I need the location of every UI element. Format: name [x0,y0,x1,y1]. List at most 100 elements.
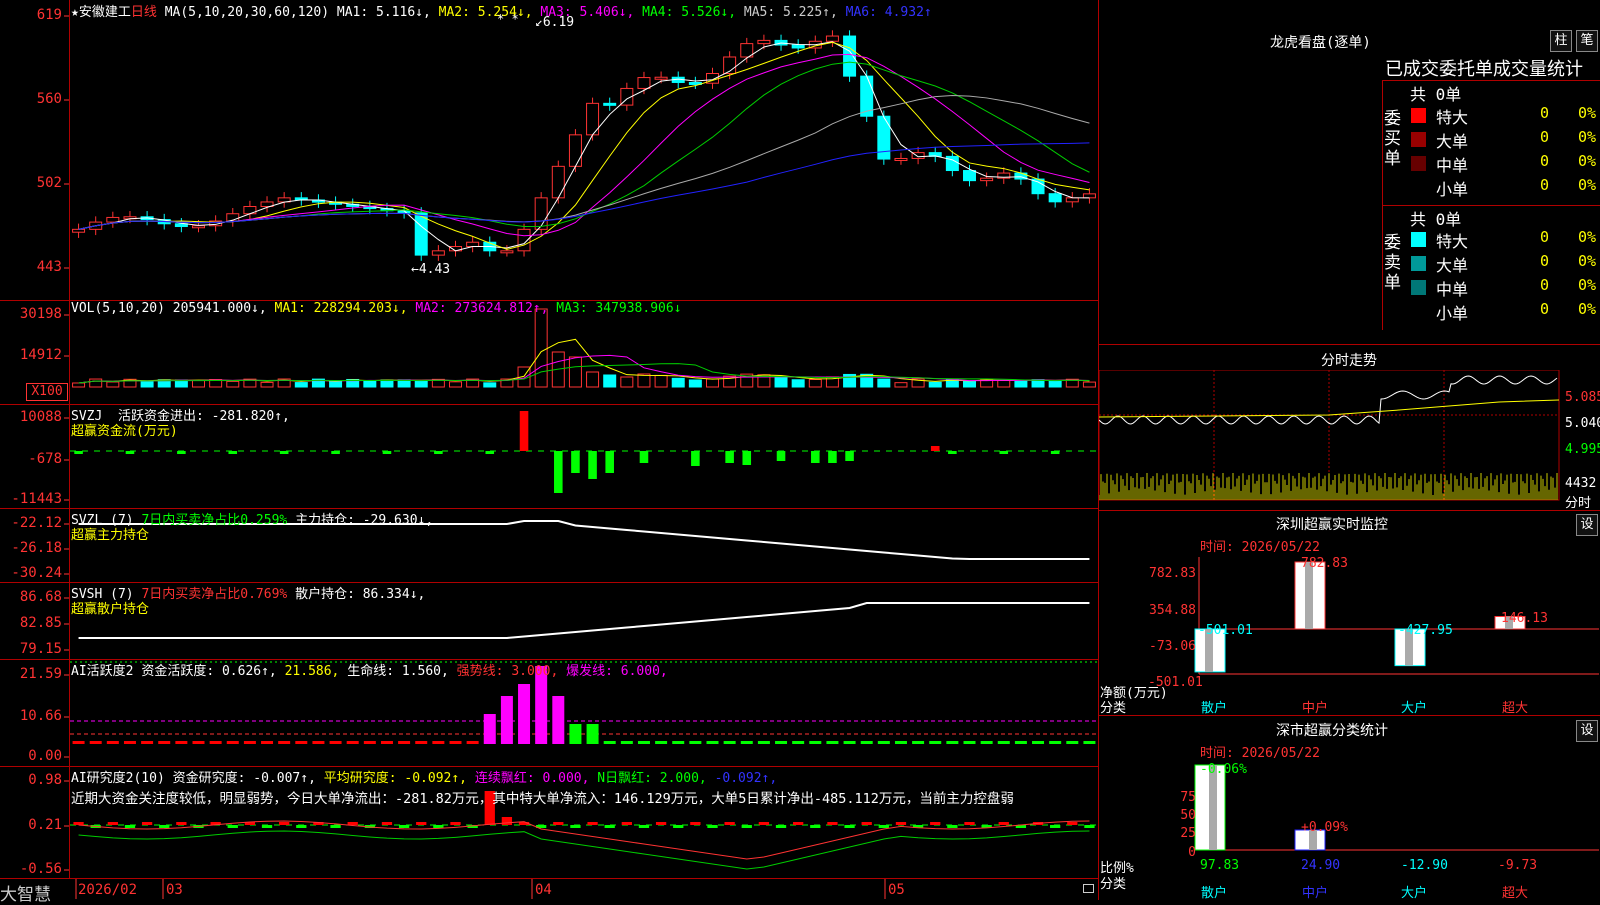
activity-bar [586,724,599,744]
candle-body [72,228,86,233]
bar-view-button[interactable]: 柱 [1550,30,1572,52]
order-size-label: 小单 [1436,304,1469,323]
class-value: -12.90 [1401,858,1448,873]
order-size-label: 特大 [1436,232,1469,251]
candle-body [603,102,617,106]
svzj-ytick: -678 [28,451,62,467]
volume-chart[interactable] [70,301,1098,404]
activity-bar [843,741,856,744]
volume-bar [72,382,86,388]
tick-view-button[interactable]: 笔 [1576,30,1598,52]
legend-swatch [1411,232,1426,247]
monitor-settings-button[interactable]: 设 [1576,514,1598,536]
intraday-chart[interactable] [1099,370,1600,510]
class-cat: 中户 [1302,886,1329,901]
candle-body [431,250,445,256]
research-bar [330,825,341,828]
class-ytick: 50 [1180,808,1196,823]
candle-body [757,39,771,45]
research-bar [998,822,1009,825]
research-bar [73,822,84,825]
activity-bar [329,741,342,744]
monitor-ytick: -73.06 [1149,639,1196,654]
kline-chart[interactable] [70,0,1098,300]
class-ytick: 0 [1188,845,1196,860]
volume-bar [1048,380,1062,388]
legend-swatch [1411,256,1426,271]
activity-bar [809,741,822,744]
research-bar [930,822,941,825]
class-settings-button[interactable]: 设 [1576,720,1598,742]
research-bar [107,822,118,825]
activity-bar [860,741,873,744]
ai2-label: AI活跃度2 [71,664,134,679]
ai2-burst: 爆发线: 6.000, [566,664,668,679]
candle-body [551,165,565,199]
activity-bar [518,684,531,744]
activity-bar [912,741,925,744]
activity-bar [72,741,85,744]
volume-bar [1082,381,1096,388]
class-cat: 大户 [1401,886,1428,901]
order-percent: 0% [1578,152,1597,170]
svsh-ytick: 82.85 [19,615,62,631]
order-count: 0 [1540,152,1550,170]
vol-ma1: MA1: 228294.203↓, [274,301,408,316]
class-cat: 散户 [1201,886,1228,901]
class-bar-shade [1209,765,1217,850]
monitor-ytick: 782.83 [1149,566,1196,581]
candle-body [106,216,120,223]
research-bar [587,822,598,825]
activity-bar [312,741,325,744]
aires-ytick: 0.98 [28,772,62,788]
fenshi-title: 分时走势 [1321,353,1377,369]
monitor-value: 782.83 [1301,556,1348,571]
activity-bar [363,741,376,744]
activity-bar [689,741,702,744]
flow-bar [845,451,854,461]
volume-bar [89,378,103,388]
research-bar [227,825,238,828]
svzj-ytick: -11443 [11,491,62,507]
candle-body [877,115,891,160]
volume-bar [414,380,428,388]
volume-bar [586,371,600,388]
favorite-star-icon[interactable]: ★ [71,5,79,20]
flow-bar [1050,451,1060,454]
activity-bar [655,741,668,744]
activity-bar [963,741,976,744]
activity-bar [398,741,411,744]
period-label[interactable]: 日线 [131,5,157,20]
candle-body [414,212,428,256]
volume-bar [603,374,617,388]
research-bar [296,825,307,828]
volume-bar [397,379,411,388]
order-count: 0 [1540,104,1550,122]
ma-line [78,53,1090,237]
research-bar [159,825,170,828]
research-bar [141,822,153,825]
volume-bar [294,382,308,388]
buy-side-label: 委买单 [1384,109,1401,169]
research-bar [621,822,632,825]
lock-icon[interactable] [1083,884,1094,893]
research-bar [416,822,427,825]
activity-bar [723,741,736,744]
research-bar [261,825,273,828]
volume-bar [1014,379,1028,388]
monitor-value: -427.95 [1398,623,1453,638]
flow-bar [588,451,597,479]
candle-body [1082,193,1096,199]
svsh-ytick: 86.68 [19,589,62,605]
order-count: 0 [1540,176,1550,194]
activity-bar [672,741,685,744]
intraday-price: 4.995 [1565,442,1600,457]
class-ytick: 75 [1180,790,1196,805]
activity-bar [89,741,102,744]
research-bar [673,825,684,828]
research-bar [1067,822,1078,825]
monitor-cat: 散户 [1201,701,1228,716]
order-size-label: 中单 [1436,280,1469,299]
ai2-ytick: 10.66 [19,708,62,724]
activity-bar [706,741,719,744]
